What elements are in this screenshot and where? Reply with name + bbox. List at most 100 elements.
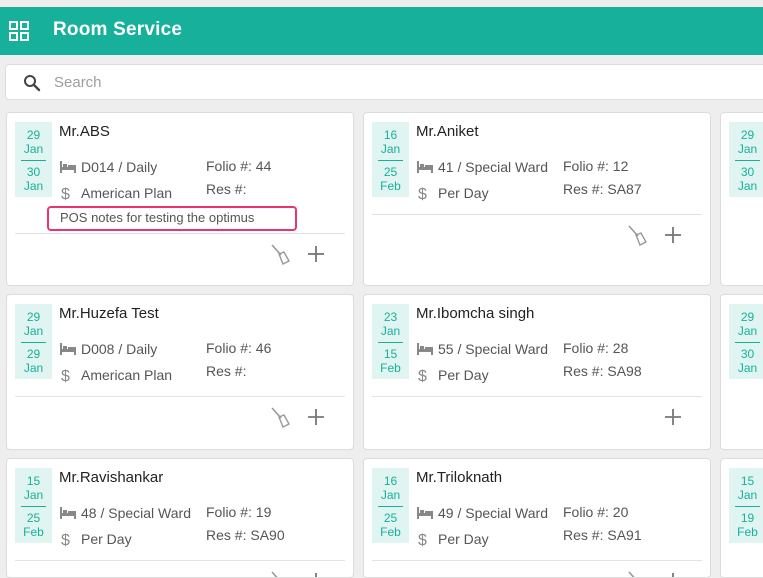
room-card[interactable]: 29 Jan 29 Jan Mr.Huzefa Test D008 / Daily $ Ame… — [6, 294, 354, 450]
plan-info: $ American Plan — [59, 367, 172, 386]
svg-text:$: $ — [418, 368, 427, 383]
checkin-day: 29 — [740, 310, 755, 324]
search-input[interactable]: Search — [54, 74, 102, 91]
checkin-month: Jan — [737, 488, 758, 502]
guest-name: Mr.Ravishankar — [59, 469, 164, 486]
checkin-month: Jan — [23, 488, 44, 502]
add-order-plus-icon[interactable] — [662, 224, 684, 246]
date-divider — [21, 342, 46, 343]
bed-icon — [59, 342, 81, 359]
room-card[interactable]: 29 Jan 30 Jan — [720, 294, 763, 450]
checkout-day: 15 — [383, 347, 398, 361]
checkin-month: Jan — [23, 324, 44, 338]
guest-name: Mr.ABS — [59, 123, 110, 140]
plan-info: $ Per Day — [416, 531, 489, 550]
svg-text:$: $ — [61, 368, 70, 383]
reservation-number: Res #: — [206, 363, 247, 379]
plan-info: $ Per Day — [416, 367, 489, 386]
bed-icon — [416, 342, 438, 359]
checkout-month: Jan — [737, 179, 758, 193]
stay-dates: 29 Jan 30 Jan — [15, 122, 52, 197]
dollar-icon: $ — [59, 367, 81, 386]
room-card[interactable]: 15 Jan 25 Feb Mr.Ravishankar 48 / Special War… — [6, 458, 354, 578]
checkin-month: Jan — [23, 142, 44, 156]
bed-icon — [416, 506, 438, 523]
room-card[interactable]: 23 Jan 15 Feb Mr.Ibomcha singh 55 / Special W… — [363, 294, 711, 450]
room-info: 48 / Special Ward — [59, 505, 191, 523]
checkout-day: 25 — [383, 511, 398, 525]
add-order-plus-icon[interactable] — [305, 243, 327, 265]
checkout-day: 30 — [740, 347, 755, 361]
add-order-plus-icon[interactable] — [305, 406, 327, 428]
date-divider — [735, 342, 760, 343]
stay-dates: 16 Jan 25 Feb — [372, 468, 409, 543]
date-divider — [378, 160, 403, 161]
folio-number: Folio #: 19 — [206, 504, 272, 520]
room-label: D008 / Daily — [81, 341, 158, 357]
checkin-day: 15 — [740, 474, 755, 488]
folio-number: Folio #: 12 — [563, 158, 629, 174]
date-divider — [21, 506, 46, 507]
stay-dates: 15 Jan 19 Feb — [729, 468, 763, 543]
stay-dates: 29 Jan 30 Jan — [729, 122, 763, 197]
add-order-plus-icon[interactable] — [305, 570, 327, 577]
folio-number: Folio #: 20 — [563, 504, 629, 520]
room-label: D014 / Daily — [81, 159, 158, 175]
reservation-number: Res #: SA87 — [563, 181, 642, 197]
dollar-icon: $ — [416, 531, 438, 550]
card-divider — [372, 560, 702, 561]
bed-icon — [416, 160, 438, 177]
room-card[interactable]: 16 Jan 25 Feb Mr.Triloknath 49 / Special Ward… — [363, 458, 711, 578]
housekeeping-broom-icon[interactable] — [269, 406, 291, 428]
checkin-month: Jan — [737, 142, 758, 156]
housekeeping-broom-icon[interactable] — [269, 570, 291, 577]
page-title: Room Service — [53, 19, 183, 40]
housekeeping-broom-icon[interactable] — [626, 570, 648, 577]
plan-label: American Plan — [81, 367, 173, 384]
guest-name: Mr.Aniket — [416, 123, 479, 140]
card-divider — [372, 214, 702, 215]
stay-dates: 29 Jan 29 Jan — [15, 304, 52, 379]
checkout-day: 19 — [740, 511, 755, 525]
room-card[interactable]: 16 Jan 25 Feb Mr.Aniket 41 / Special Ward $ Per… — [363, 112, 711, 286]
housekeeping-broom-icon[interactable] — [626, 224, 648, 246]
grid-menu-icon[interactable] — [9, 21, 29, 41]
add-order-plus-icon[interactable] — [662, 570, 684, 577]
room-label: 55 / Special Ward — [438, 341, 548, 357]
plan-info: $ Per Day — [416, 185, 489, 204]
room-info: 55 / Special Ward — [416, 341, 548, 359]
checkin-day: 29 — [26, 128, 41, 142]
svg-text:$: $ — [418, 186, 427, 201]
housekeeping-broom-icon[interactable] — [269, 243, 291, 265]
room-card[interactable]: 15 Jan 19 Feb — [720, 458, 763, 578]
checkout-day: 25 — [383, 165, 398, 179]
checkout-month: Feb — [23, 525, 44, 539]
checkout-month: Feb — [380, 525, 401, 539]
checkout-day: 25 — [26, 511, 41, 525]
room-card[interactable]: 29 Jan 30 Jan — [720, 112, 763, 286]
checkin-day: 15 — [26, 474, 41, 488]
room-card[interactable]: 29 Jan 30 Jan Mr.ABS D014 / Daily $ American Pl… — [6, 112, 354, 286]
checkout-month: Jan — [23, 179, 44, 193]
dollar-icon: $ — [416, 367, 438, 386]
add-order-plus-icon[interactable] — [662, 406, 684, 428]
pos-note: POS notes for testing the optimus — [47, 206, 297, 231]
checkout-month: Jan — [737, 361, 758, 375]
room-label: 41 / Special Ward — [438, 159, 548, 175]
checkin-day: 16 — [383, 474, 398, 488]
checkin-month: Jan — [737, 324, 758, 338]
dollar-icon: $ — [59, 185, 81, 204]
folio-number: Folio #: 28 — [563, 340, 629, 356]
stay-dates: 16 Jan 25 Feb — [372, 122, 409, 197]
plan-label: American Plan — [81, 185, 173, 202]
folio-number: Folio #: 46 — [206, 340, 272, 356]
checkout-month: Feb — [737, 525, 758, 539]
reservation-number: Res #: SA98 — [563, 363, 642, 379]
checkin-day: 16 — [383, 128, 398, 142]
card-divider — [372, 396, 702, 397]
card-divider — [15, 233, 345, 234]
date-divider — [735, 160, 760, 161]
svg-text:$: $ — [61, 186, 70, 201]
search-bar[interactable]: Search — [5, 64, 763, 100]
checkin-day: 29 — [26, 310, 41, 324]
